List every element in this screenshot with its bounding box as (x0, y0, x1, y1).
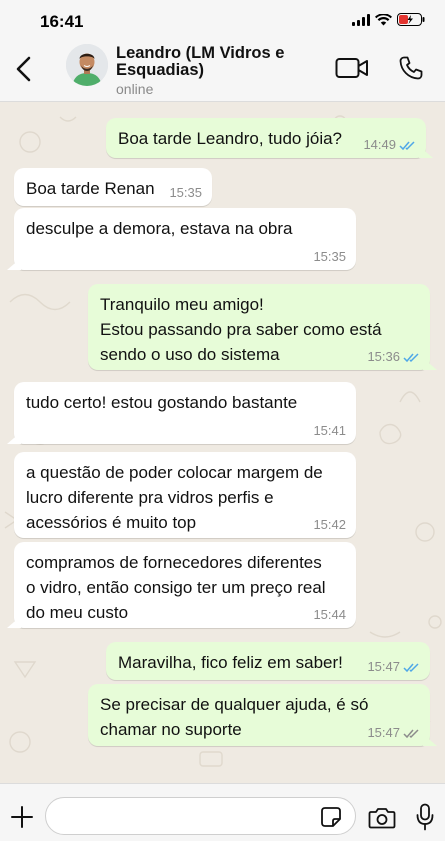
sticker-icon (321, 807, 341, 827)
message-meta: 15:47 (367, 660, 420, 674)
bubble-tail (419, 146, 433, 158)
camera-button[interactable] (368, 807, 396, 829)
voice-call-button[interactable] (398, 55, 424, 81)
message-time: 15:35 (169, 185, 202, 200)
bubble-tail (7, 258, 21, 270)
contact-name[interactable]: Leandro (LM Vidros e Esquadias) (116, 45, 316, 79)
message-outgoing[interactable]: Maravilha, fico feliz em saber! 15:47 (106, 642, 430, 680)
message-text: a questão de poder colocar margem de luc… (26, 463, 323, 532)
plus-icon (11, 806, 33, 828)
message-meta: 15:47 (367, 726, 420, 740)
message-input[interactable] (45, 797, 356, 835)
signal-icon (352, 13, 370, 26)
read-ticks-icon (403, 662, 419, 672)
video-camera-icon (335, 58, 368, 78)
microphone-button[interactable] (416, 803, 434, 831)
phone-icon (399, 56, 423, 80)
sticker-button[interactable] (320, 806, 342, 828)
message-meta: 15:36 (367, 350, 420, 364)
chevron-left-icon (16, 56, 31, 82)
message-time: 15:44 (313, 607, 346, 622)
message-incoming[interactable]: a questão de poder colocar margem de luc… (14, 452, 356, 538)
message-time: 15:35 (313, 249, 346, 264)
message-incoming[interactable]: desculpe a demora, estava na obra 15:35 (7, 208, 356, 270)
message-time: 15:36 (367, 349, 400, 364)
message-text: compramos de fornecedores diferentes o v… (26, 553, 326, 622)
battery-icon (397, 13, 425, 26)
message-outgoing[interactable]: Se precisar de qualquer ajuda, é só cham… (88, 684, 437, 746)
message-incoming[interactable]: Boa tarde Renan 15:35 (14, 168, 212, 206)
message-outgoing[interactable]: Boa tarde Leandro, tudo jóia? 14:49 (106, 118, 433, 158)
message-list[interactable]: Boa tarde Leandro, tudo jóia? 14:49 Boa … (0, 102, 445, 783)
microphone-icon (416, 803, 434, 831)
message-time: 15:42 (313, 517, 346, 532)
bubble-tail (7, 616, 21, 628)
read-ticks-icon (403, 352, 419, 362)
camera-icon (368, 808, 396, 829)
bubble-tail (423, 358, 437, 370)
wifi-icon (375, 13, 392, 25)
message-composer (0, 783, 445, 841)
message-meta: 15:35 (169, 186, 202, 200)
delivered-ticks-icon (403, 728, 419, 738)
attach-button[interactable] (10, 805, 34, 829)
status-time: 16:41 (40, 12, 84, 31)
contact-status: online (116, 81, 154, 97)
avatar[interactable] (66, 44, 108, 86)
chat-header: Leandro (LM Vidros e Esquadias) online (0, 36, 445, 102)
message-time: 15:47 (367, 659, 400, 674)
message-time: 15:47 (367, 725, 400, 740)
status-bar: 16:41 (0, 0, 445, 36)
video-call-button[interactable] (335, 56, 369, 80)
back-button[interactable] (12, 54, 36, 84)
message-meta: 14:49 (363, 138, 416, 152)
message-meta: 15:41 (313, 424, 346, 438)
message-meta: 15:42 (313, 518, 346, 532)
avatar-image (66, 44, 108, 86)
message-time: 14:49 (363, 137, 396, 152)
status-icons (352, 13, 425, 26)
message-text: desculpe a demora, estava na obra (26, 219, 293, 238)
message-incoming[interactable]: compramos de fornecedores diferentes o v… (7, 542, 356, 628)
message-outgoing[interactable]: Tranquilo meu amigo! Estou passando pra … (88, 284, 437, 370)
bubble-tail (7, 432, 21, 444)
bubble-tail (423, 734, 437, 746)
message-meta: 15:44 (313, 608, 346, 622)
message-incoming[interactable]: tudo certo! estou gostando bastante 15:4… (7, 382, 356, 444)
read-ticks-icon (399, 140, 415, 150)
message-time: 15:41 (313, 423, 346, 438)
message-meta: 15:35 (313, 250, 346, 264)
message-text: tudo certo! estou gostando bastante (26, 393, 298, 412)
